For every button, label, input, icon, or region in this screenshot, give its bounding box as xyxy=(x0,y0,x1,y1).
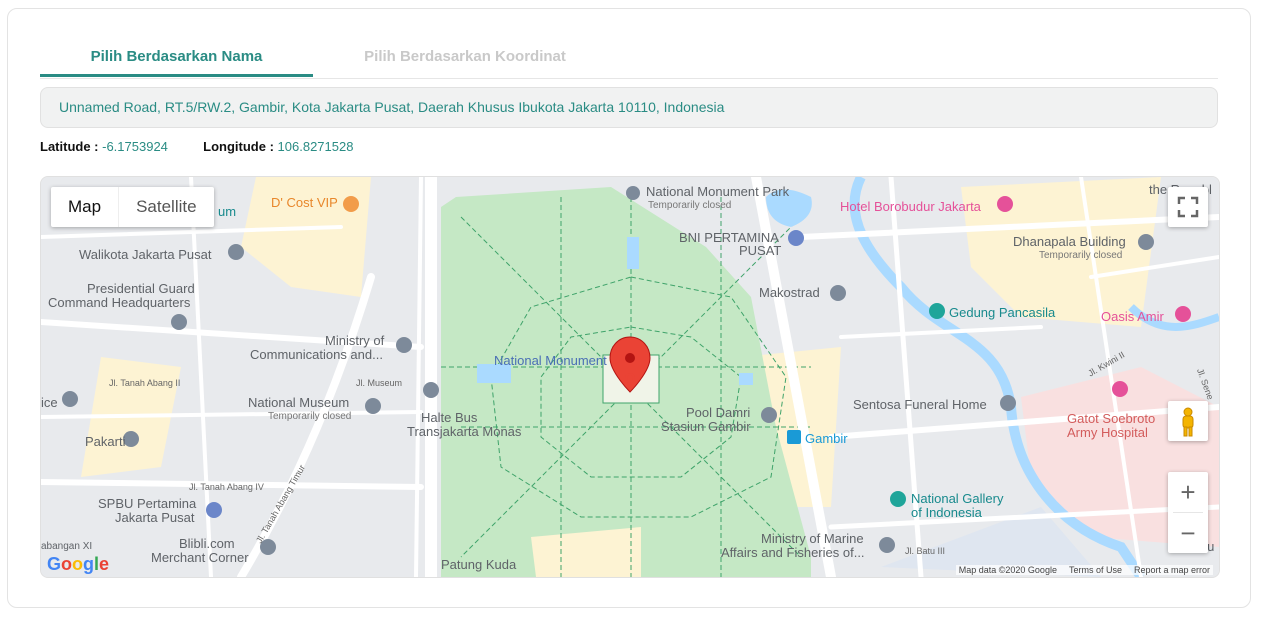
map-label-gatot-2: Army Hospital xyxy=(1067,425,1148,440)
map-label-blibli-1[interactable]: Blibli.com xyxy=(179,537,235,551)
pegman-icon xyxy=(1182,407,1194,437)
terms-of-use-link[interactable]: Terms of Use xyxy=(1069,565,1122,575)
map-label-closed-3: Temporarily closed xyxy=(268,411,352,422)
map-label-halte-2: Transjakarta Monas xyxy=(407,424,522,439)
map-label-gatot-1[interactable]: Gatot Soebroto xyxy=(1067,412,1155,426)
map-label-pusat: PUSAT xyxy=(739,243,782,258)
map-label-um: um xyxy=(218,204,237,219)
zoom-in-button[interactable]: + xyxy=(1168,472,1208,512)
map-label-dhanapala[interactable]: Dhanapala Building xyxy=(1013,235,1126,249)
map-type-map-button[interactable]: Map xyxy=(51,187,120,227)
map-label-spbu-1[interactable]: SPBU Pertamina xyxy=(98,497,196,511)
map-label-makostrad[interactable]: Makostrad xyxy=(759,286,820,300)
map-label-gambir[interactable]: Gambir xyxy=(805,432,848,446)
map-label-closed: Temporarily closed xyxy=(648,200,732,211)
map-attribution: Map data ©2020 Google Terms of Use Repor… xyxy=(955,565,1213,575)
map-label-gedung-pancasila[interactable]: Gedung Pancasila xyxy=(949,306,1055,320)
map-label-blibli-2: Merchant Corner xyxy=(151,550,249,565)
fullscreen-icon xyxy=(1177,196,1199,218)
map-label-sentosa[interactable]: Sentosa Funeral Home xyxy=(853,398,987,412)
map-label-marine-2: Affairs and Fisheries of... xyxy=(721,545,865,560)
street-tanah-abang-4: Jl. Tanah Abang IV xyxy=(189,482,264,492)
address-field[interactable]: Unnamed Road, RT.5/RW.2, Gambir, Kota Ja… xyxy=(40,87,1218,128)
report-map-error-link[interactable]: Report a map error xyxy=(1134,565,1210,575)
map-label-presidential-1[interactable]: Presidential Guard xyxy=(87,282,195,296)
google-logo[interactable]: Google xyxy=(47,554,109,575)
zoom-control: + − xyxy=(1168,472,1208,553)
zoom-out-button[interactable]: − xyxy=(1168,513,1208,553)
map-label-walikota[interactable]: Walikota Jakarta Pusat xyxy=(79,248,211,262)
map-label-hotel-borobudur[interactable]: Hotel Borobudur Jakarta xyxy=(840,200,981,214)
map-label-halte-1[interactable]: Halte Bus xyxy=(421,411,477,425)
tab-by-coordinates[interactable]: Pilih Berdasarkan Koordinat xyxy=(340,40,590,77)
map-data-credit: Map data ©2020 Google xyxy=(958,565,1057,575)
tab-bar: Pilih Berdasarkan Nama Pilih Berdasarkan… xyxy=(40,40,1218,79)
map-label-national-museum[interactable]: National Museum xyxy=(248,396,349,410)
map-label-ice: ice xyxy=(41,395,58,410)
map-type-satellite-button[interactable]: Satellite xyxy=(119,187,213,227)
latitude-value: -6.1753924 xyxy=(102,139,168,154)
map-label-closed-2: Temporarily closed xyxy=(1039,250,1123,261)
street-batu-3: Jl. Batu III xyxy=(905,546,946,556)
map-view[interactable]: National Monument Park Temporarily close… xyxy=(40,176,1220,578)
longitude-value: 106.8271528 xyxy=(277,139,354,154)
map-label-abangan: abangan XI xyxy=(41,541,93,552)
map-label-ministry-comm-1[interactable]: Ministry of xyxy=(325,334,384,348)
map-label-presidential-2: Command Headquarters xyxy=(48,295,191,310)
coordinates-readout: Latitude : -6.1753924 Longitude : 106.82… xyxy=(40,139,353,154)
longitude-label: Longitude : xyxy=(203,139,274,154)
street-tanah-abang-2: Jl. Tanah Abang II xyxy=(109,378,181,388)
map-label-gallery-1[interactable]: National Gallery xyxy=(911,492,1004,506)
latitude-label: Latitude : xyxy=(40,139,99,154)
map-label-spbu-2: Jakarta Pusat xyxy=(115,510,195,525)
tab-by-name[interactable]: Pilih Berdasarkan Nama xyxy=(40,40,313,77)
map-label-dcost[interactable]: D' Cost VIP xyxy=(271,196,338,210)
map-label-pool-damri-2: Stasiun Gambir xyxy=(661,419,751,434)
street-view-pegman[interactable] xyxy=(1168,401,1208,441)
map-label-pakarti[interactable]: Pakarti xyxy=(85,435,125,449)
map-label-national-monument-park[interactable]: National Monument Park xyxy=(646,185,789,199)
map-label-patung-1[interactable]: Patung Kuda xyxy=(441,558,516,572)
street-museum: Jl. Museum xyxy=(356,378,403,388)
fullscreen-button[interactable] xyxy=(1168,187,1208,227)
map-label-pool-damri-1[interactable]: Pool Damri xyxy=(686,406,750,420)
map-type-control: Map Satellite xyxy=(51,187,214,227)
map-label-national-monument[interactable]: National Monument xyxy=(494,354,607,368)
map-label-marine-1[interactable]: Ministry of Marine xyxy=(761,532,864,546)
map-label-oasis-amir[interactable]: Oasis Amir xyxy=(1101,310,1164,324)
map-label-ministry-comm-2: Communications and... xyxy=(250,347,383,362)
map-label-gallery-2: of Indonesia xyxy=(911,505,982,520)
